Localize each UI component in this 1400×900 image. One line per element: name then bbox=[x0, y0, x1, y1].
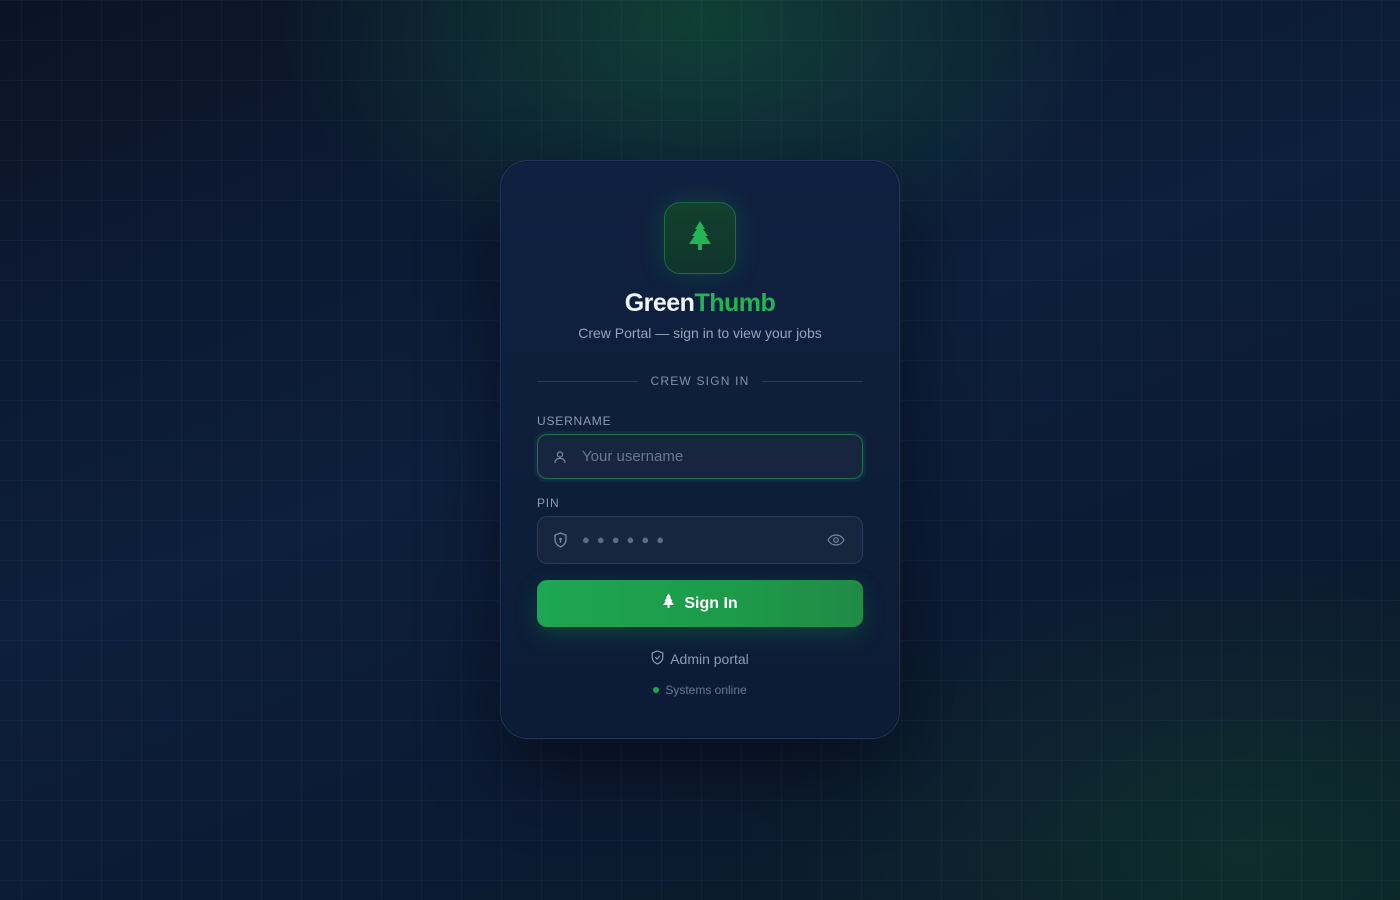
login-card: GreenThumb Crew Portal — sign in to view… bbox=[500, 160, 900, 739]
admin-portal-link[interactable]: Admin portal bbox=[501, 650, 899, 668]
tree-icon bbox=[662, 593, 675, 614]
username-label: USERNAME bbox=[537, 414, 612, 428]
pin-label: PIN bbox=[537, 496, 560, 510]
divider-line-left bbox=[537, 380, 639, 382]
status-text: Systems online bbox=[665, 683, 747, 697]
admin-portal-label: Admin portal bbox=[670, 651, 749, 667]
shield-check-icon bbox=[651, 650, 664, 668]
shield-icon bbox=[538, 532, 582, 548]
section-title: CREW SIGN IN bbox=[650, 374, 750, 388]
pin-input[interactable] bbox=[582, 517, 810, 563]
sign-in-label: Sign In bbox=[684, 594, 738, 612]
brand-name-primary: Green bbox=[624, 289, 695, 317]
username-field[interactable] bbox=[537, 434, 863, 479]
sign-in-button[interactable]: Sign In bbox=[537, 580, 863, 627]
tree-icon bbox=[686, 219, 714, 258]
section-divider: CREW SIGN IN bbox=[537, 373, 864, 389]
divider-line-right bbox=[761, 380, 864, 382]
system-status: Systems online bbox=[501, 683, 899, 697]
portal-subtitle: Crew Portal — sign in to view your jobs bbox=[578, 325, 822, 341]
status-dot bbox=[653, 687, 660, 693]
pin-field[interactable] bbox=[537, 516, 863, 564]
logo-tile bbox=[664, 202, 736, 274]
username-input[interactable] bbox=[582, 435, 862, 478]
eye-icon[interactable] bbox=[810, 534, 862, 546]
user-icon bbox=[538, 450, 582, 464]
brand-title: GreenThumb bbox=[501, 289, 899, 318]
brand-name-accent: Thumb bbox=[694, 289, 776, 317]
